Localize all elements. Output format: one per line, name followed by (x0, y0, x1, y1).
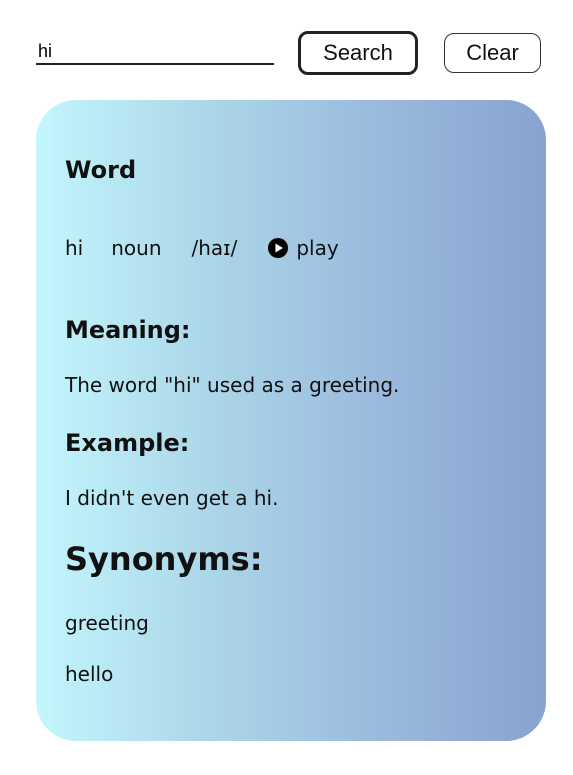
word-heading: Word (65, 156, 137, 184)
synonyms-list: greeting hello (65, 611, 149, 713)
part-of-speech: noun (111, 236, 162, 260)
meaning-heading: Meaning: (65, 316, 191, 344)
word-card: Word hi noun /haɪ/ play Meaning: The wor… (36, 100, 546, 741)
meaning-text: The word "hi" used as a greeting. (65, 373, 400, 397)
search-bar: Search Clear (36, 31, 546, 75)
synonyms-heading: Synonyms: (65, 540, 263, 578)
example-text: I didn't even get a hi. (65, 486, 279, 510)
word-text: hi (65, 236, 84, 260)
word-details: hi noun /haɪ/ play (65, 236, 339, 260)
synonym-item: greeting (65, 611, 149, 635)
example-heading: Example: (65, 429, 190, 457)
search-button[interactable]: Search (298, 31, 418, 75)
search-input[interactable] (36, 39, 274, 65)
phonetic: /haɪ/ (191, 236, 238, 260)
play-circle-icon (268, 238, 289, 258)
play-label: play (296, 236, 339, 260)
synonym-item: hello (65, 662, 114, 686)
clear-button[interactable]: Clear (444, 33, 541, 73)
play-button[interactable]: play (268, 236, 339, 260)
